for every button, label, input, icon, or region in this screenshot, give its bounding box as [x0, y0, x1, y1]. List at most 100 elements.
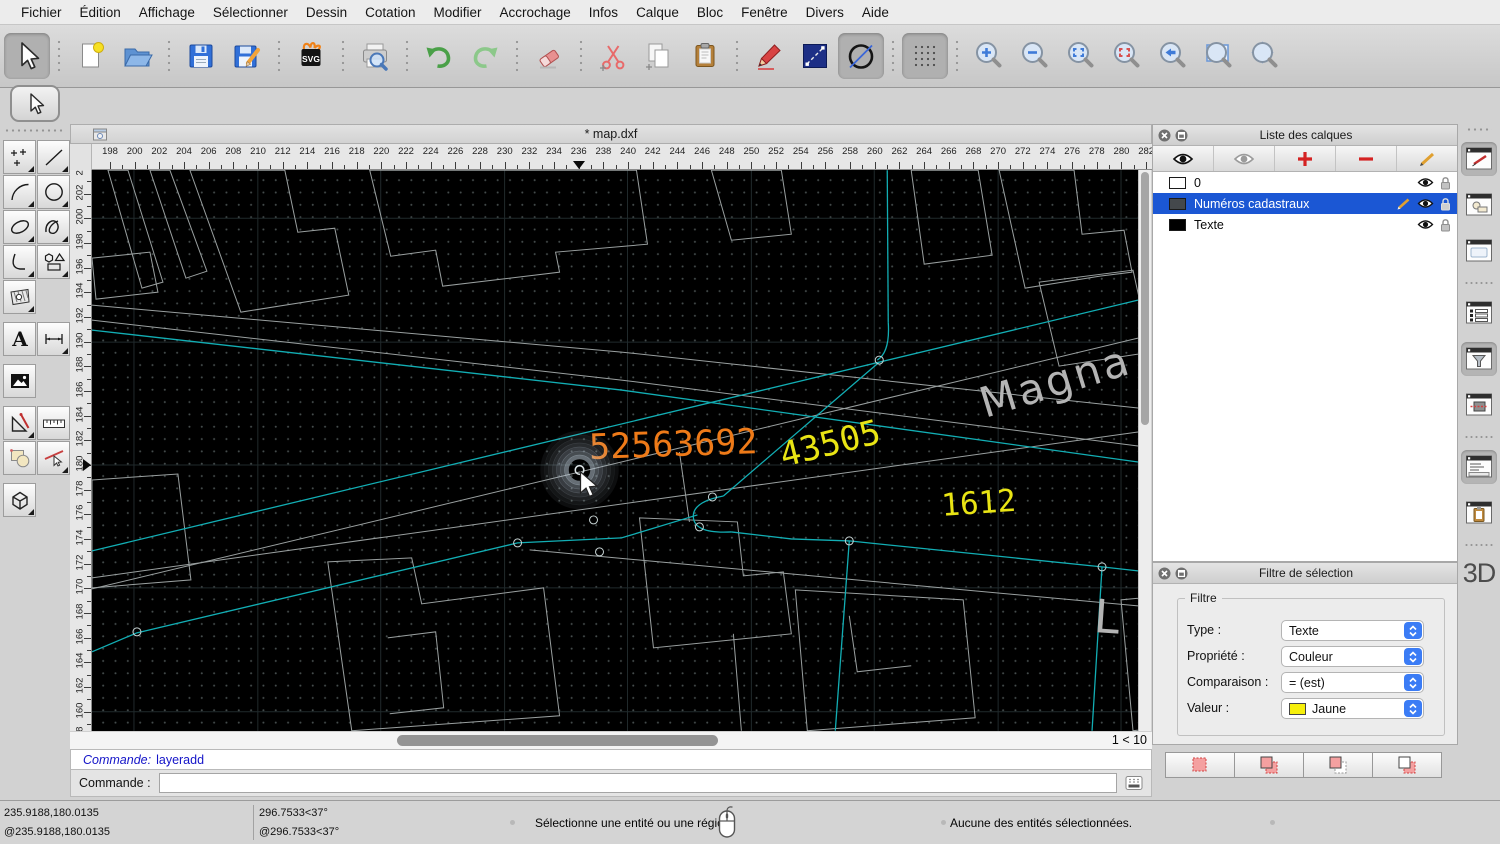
selection-mode-subtract-button[interactable] — [1304, 752, 1373, 778]
layer-row-0[interactable]: 0 — [1153, 172, 1457, 193]
selection-mode-intersect-button[interactable] — [1373, 752, 1442, 778]
remove-layer-button[interactable] — [1336, 146, 1397, 171]
tool-hatch-button[interactable] — [3, 280, 36, 314]
hide-all-layers-button[interactable] — [1214, 146, 1275, 171]
new-button[interactable] — [68, 33, 114, 79]
tool-ellipse-button[interactable] — [3, 210, 36, 244]
close-filter-panel-icon[interactable] — [1158, 567, 1171, 580]
layer-edit-icon[interactable] — [1396, 197, 1411, 210]
panel-toggle-selection-filter-button[interactable] — [1461, 342, 1497, 376]
panel-toggle-library-browser-button[interactable] — [1461, 234, 1497, 268]
tool-shapes-button[interactable] — [37, 245, 70, 279]
tool-explode-button[interactable] — [37, 441, 70, 475]
menu-divers[interactable]: Divers — [797, 5, 853, 20]
tool-measure-button[interactable] — [37, 406, 70, 440]
redo-button[interactable] — [462, 33, 508, 79]
tool-line-button[interactable] — [37, 140, 70, 174]
tool-polyline-button[interactable] — [3, 245, 36, 279]
tool-image-button[interactable] — [3, 364, 36, 398]
zoom-pan-button[interactable] — [1242, 33, 1288, 79]
layer-row-numeros-cadastraux[interactable]: Numéros cadastraux — [1153, 193, 1457, 214]
copy-button[interactable] — [636, 33, 682, 79]
paste-button[interactable] — [682, 33, 728, 79]
layer-visibility-icon[interactable] — [1417, 198, 1434, 209]
open-button[interactable] — [114, 33, 160, 79]
menu-fichier[interactable]: Fichier — [12, 5, 71, 20]
filter-value-select[interactable]: Jaune — [1281, 698, 1424, 719]
menu-fenetre[interactable]: Fenêtre — [732, 5, 797, 20]
show-all-layers-button[interactable] — [1153, 146, 1214, 171]
edgebar-drag-handle[interactable] — [1466, 127, 1492, 132]
panel-toggle-block-list-button[interactable] — [1461, 188, 1497, 222]
zoom-window-button[interactable] — [1196, 33, 1242, 79]
tool-points-button[interactable] — [3, 140, 36, 174]
zoom-selection-button[interactable] — [1104, 33, 1150, 79]
tool-modify-button[interactable] — [3, 406, 36, 440]
tool-circle-button[interactable] — [37, 175, 70, 209]
menu-infos[interactable]: Infos — [580, 5, 627, 20]
horizontal-scrollbar-thumb[interactable] — [397, 735, 718, 746]
save-as-button[interactable] — [224, 33, 270, 79]
tool-select-area-button[interactable] — [3, 441, 36, 475]
panel-toggle-command-panel-button[interactable] — [1461, 450, 1497, 484]
panel-toggle-clipboard-panel-button[interactable] — [1461, 496, 1497, 530]
tool-arc-button[interactable] — [3, 175, 36, 209]
close-layers-panel-icon[interactable] — [1158, 129, 1171, 142]
tool-box3d-button[interactable] — [3, 483, 36, 517]
menu-calque[interactable]: Calque — [627, 5, 688, 20]
panel-toggle-block-browser-button[interactable] — [1461, 388, 1497, 422]
cut-button[interactable] — [590, 33, 636, 79]
menu-selectionner[interactable]: Sélectionner — [204, 5, 297, 20]
svg-export-button[interactable]: SVG — [288, 33, 334, 79]
command-input[interactable] — [159, 773, 1117, 793]
tool-text-button[interactable]: A — [3, 322, 36, 356]
layer-visibility-icon[interactable] — [1417, 219, 1434, 230]
panel-toggle-property-editor-button[interactable] — [1461, 142, 1497, 176]
menu-cotation[interactable]: Cotation — [356, 5, 424, 20]
draw-pencil-button[interactable] — [746, 33, 792, 79]
document-window-icon[interactable] — [93, 128, 107, 141]
filter-property-select[interactable]: Couleur — [1281, 646, 1424, 667]
eraser-button[interactable] — [526, 33, 572, 79]
layer-lock-icon[interactable] — [1440, 218, 1451, 232]
undo-button[interactable] — [416, 33, 462, 79]
palette-drag-handle[interactable] — [4, 128, 64, 133]
selection-mode-add-button[interactable] — [1235, 752, 1304, 778]
menu-affichage[interactable]: Affichage — [130, 5, 204, 20]
detach-layers-panel-icon[interactable] — [1175, 129, 1188, 142]
menu-bloc[interactable]: Bloc — [688, 5, 732, 20]
detach-filter-panel-icon[interactable] — [1175, 567, 1188, 580]
add-layer-button[interactable] — [1275, 146, 1336, 171]
menu-aide[interactable]: Aide — [853, 5, 898, 20]
selection-mode-replace-button[interactable] — [1165, 752, 1235, 778]
layer-visibility-icon[interactable] — [1417, 177, 1434, 188]
zoom-out-button[interactable] — [1012, 33, 1058, 79]
zoom-previous-button[interactable] — [1150, 33, 1196, 79]
layer-lock-icon[interactable] — [1440, 176, 1451, 190]
panel-toggle-layer-list-button[interactable] — [1461, 296, 1497, 330]
circle-slash-button[interactable] — [838, 33, 884, 79]
tool-spline-button[interactable] — [37, 210, 70, 244]
pointer-tool-button[interactable] — [10, 85, 60, 122]
zoom-auto-button[interactable] — [1058, 33, 1104, 79]
line-tool-button[interactable] — [792, 33, 838, 79]
keyboard-toggle-icon[interactable] — [1125, 775, 1143, 791]
vertical-scrollbar[interactable] — [1138, 170, 1151, 731]
menu-modifier[interactable]: Modifier — [424, 5, 490, 20]
menu-edition[interactable]: Édition — [71, 5, 130, 20]
tool-dimension-button[interactable] — [37, 322, 70, 356]
edit-layer-button[interactable] — [1397, 146, 1457, 171]
filter-type-select[interactable]: Texte — [1281, 620, 1424, 641]
menu-dessin[interactable]: Dessin — [297, 5, 356, 20]
vertical-scrollbar-thumb[interactable] — [1141, 172, 1149, 425]
select-button[interactable] — [4, 33, 50, 79]
drawing-canvas[interactable]: 52563692435051612MagnaL — [92, 170, 1138, 731]
layer-lock-icon[interactable] — [1440, 197, 1451, 211]
filter-comparison-select[interactable]: = (est) — [1281, 672, 1424, 693]
menu-accrochage[interactable]: Accrochage — [490, 5, 579, 20]
print-preview-button[interactable] — [352, 33, 398, 79]
save-button[interactable] — [178, 33, 224, 79]
zoom-in-button[interactable] — [966, 33, 1012, 79]
layer-row-texte[interactable]: Texte — [1153, 214, 1457, 235]
grid-toggle-button[interactable] — [902, 33, 948, 79]
